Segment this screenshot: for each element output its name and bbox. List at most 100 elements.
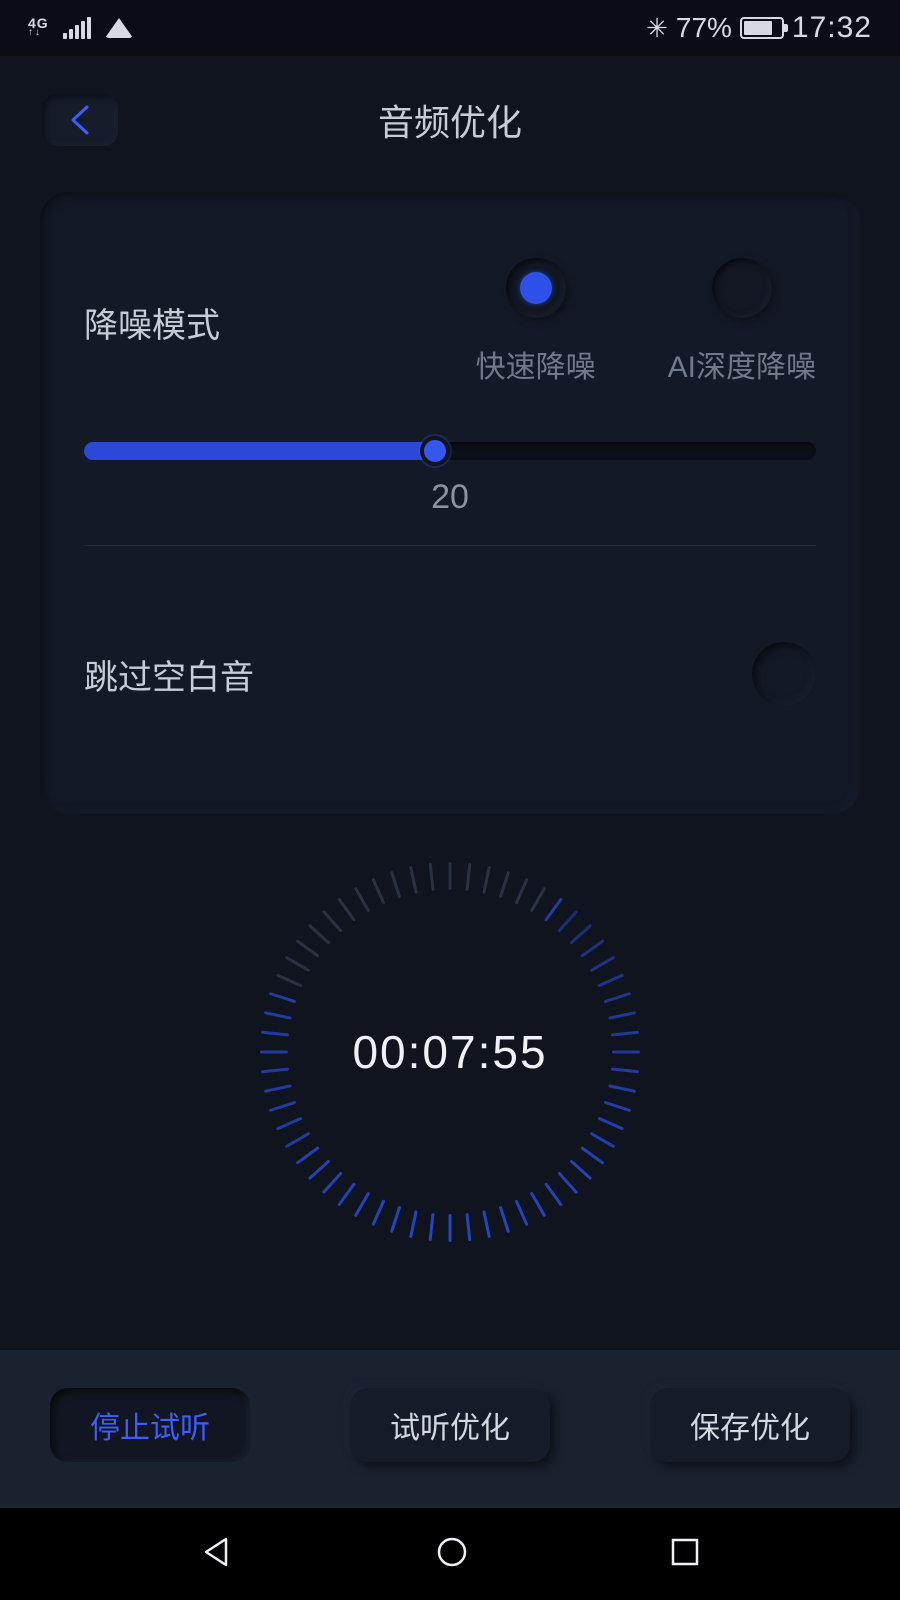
dial-tick xyxy=(337,897,356,921)
dial-tick xyxy=(569,924,592,945)
radio-item-ai: AI深度降噪 xyxy=(668,258,816,386)
dial-tick xyxy=(557,1171,578,1194)
dial-tick xyxy=(308,924,331,945)
chevron-left-icon xyxy=(69,105,91,135)
dial-tick xyxy=(264,1084,292,1093)
dial-tick xyxy=(604,1101,632,1113)
dial-tick xyxy=(261,1067,289,1073)
settings-card: 降噪模式 快速降噪 AI深度降噪 20 跳过空白音 xyxy=(40,192,860,814)
dial-tick xyxy=(409,1210,418,1238)
dial-tick xyxy=(590,1132,616,1149)
dial-tick xyxy=(371,1199,385,1226)
slider-value: 20 xyxy=(84,478,816,517)
status-bar: 4G↑↓ ✳ 77% 17:32 xyxy=(0,0,900,56)
dial-tick xyxy=(269,1101,297,1113)
app-header: 音频优化 xyxy=(0,70,900,170)
status-right: ✳ 77% 17:32 xyxy=(646,11,872,45)
radio-ai-label: AI深度降噪 xyxy=(668,342,816,386)
dial-tick xyxy=(409,866,418,894)
nav-back-icon[interactable] xyxy=(200,1535,234,1574)
dial-tick xyxy=(308,1159,331,1180)
skip-silence-label: 跳过空白音 xyxy=(84,650,254,699)
dial-tick xyxy=(608,1084,636,1093)
page-title: 音频优化 xyxy=(378,94,522,146)
dial-tick xyxy=(429,1213,435,1241)
dial-tick xyxy=(449,1214,452,1242)
noise-mode-radio-group: 快速降噪 AI深度降噪 xyxy=(476,258,816,386)
dial-tick xyxy=(322,1171,343,1194)
slider-thumb[interactable] xyxy=(420,436,450,466)
battery-percentage: 77% xyxy=(676,12,732,44)
preview-optimize-button[interactable]: 试听优化 xyxy=(350,1388,550,1462)
bottom-action-panel: 停止试听 试听优化 保存优化 xyxy=(0,1350,900,1508)
dial-tick xyxy=(557,910,578,933)
dial-tick xyxy=(580,1146,604,1165)
dial-tick xyxy=(597,973,624,987)
dial-tick xyxy=(295,939,319,958)
signal-icon xyxy=(63,17,91,39)
dial-tick xyxy=(499,1206,511,1234)
skip-silence-row: 跳过空白音 xyxy=(84,546,816,806)
radio-ai[interactable] xyxy=(712,258,772,318)
dial-tick xyxy=(465,863,471,891)
battery-icon xyxy=(740,17,784,39)
dial-tick xyxy=(285,956,311,973)
dial-tick xyxy=(611,1067,639,1073)
slider-track[interactable] xyxy=(84,442,816,460)
dial-tick xyxy=(604,992,632,1004)
dial-tick xyxy=(390,1206,402,1234)
noise-mode-row: 降噪模式 快速降噪 AI深度降噪 xyxy=(84,216,816,416)
dial-tick xyxy=(590,956,616,973)
dial-tick xyxy=(390,871,402,899)
status-left: 4G↑↓ xyxy=(28,17,133,39)
dial-tick xyxy=(449,862,452,890)
dial-tick xyxy=(612,1051,640,1054)
dial-tick xyxy=(569,1159,592,1180)
dial-time: 00:07:55 xyxy=(352,1025,547,1079)
dial-tick xyxy=(580,939,604,958)
radio-item-fast: 快速降噪 xyxy=(476,258,596,386)
nav-home-icon[interactable] xyxy=(435,1535,469,1574)
skip-silence-toggle[interactable] xyxy=(752,642,816,706)
dial-tick xyxy=(337,1182,356,1206)
clock: 17:32 xyxy=(792,11,872,45)
dial-tick xyxy=(544,897,563,921)
dial-tick xyxy=(429,863,435,891)
dial-tick xyxy=(499,871,511,899)
back-button[interactable] xyxy=(42,94,118,146)
android-nav-bar xyxy=(0,1508,900,1600)
dial-tick xyxy=(544,1182,563,1206)
dial-tick xyxy=(260,1051,288,1054)
dial-tick xyxy=(261,1031,289,1037)
nav-recent-icon[interactable] xyxy=(670,1537,700,1572)
noise-slider: 20 xyxy=(84,442,816,517)
dial-tick xyxy=(285,1132,311,1149)
dial-tick xyxy=(354,1192,371,1218)
dial-tick xyxy=(597,1117,624,1131)
dial-tick xyxy=(276,973,303,987)
progress-dial: 00:07:55 xyxy=(260,862,640,1242)
dial-tick xyxy=(322,910,343,933)
network-4g-icon: 4G↑↓ xyxy=(28,18,49,38)
dial-area: 00:07:55 xyxy=(0,862,900,1242)
dial-tick xyxy=(515,878,529,905)
noise-mode-label: 降噪模式 xyxy=(84,298,344,347)
radio-fast[interactable] xyxy=(506,258,566,318)
dial-tick xyxy=(530,887,547,913)
bluetooth-icon: ✳ xyxy=(646,13,668,44)
radio-fast-label: 快速降噪 xyxy=(476,342,596,386)
dial-tick xyxy=(371,878,385,905)
dial-tick xyxy=(354,887,371,913)
dial-tick xyxy=(482,866,491,894)
dial-tick xyxy=(482,1210,491,1238)
save-optimize-button[interactable]: 保存优化 xyxy=(650,1388,850,1462)
dial-tick xyxy=(465,1213,471,1241)
dial-tick xyxy=(264,1011,292,1020)
dial-tick xyxy=(269,992,297,1004)
dial-tick xyxy=(295,1146,319,1165)
dial-tick xyxy=(530,1192,547,1218)
stop-preview-button[interactable]: 停止试听 xyxy=(50,1388,250,1462)
dial-tick xyxy=(515,1199,529,1226)
wifi-icon xyxy=(105,18,133,38)
dial-tick xyxy=(611,1031,639,1037)
